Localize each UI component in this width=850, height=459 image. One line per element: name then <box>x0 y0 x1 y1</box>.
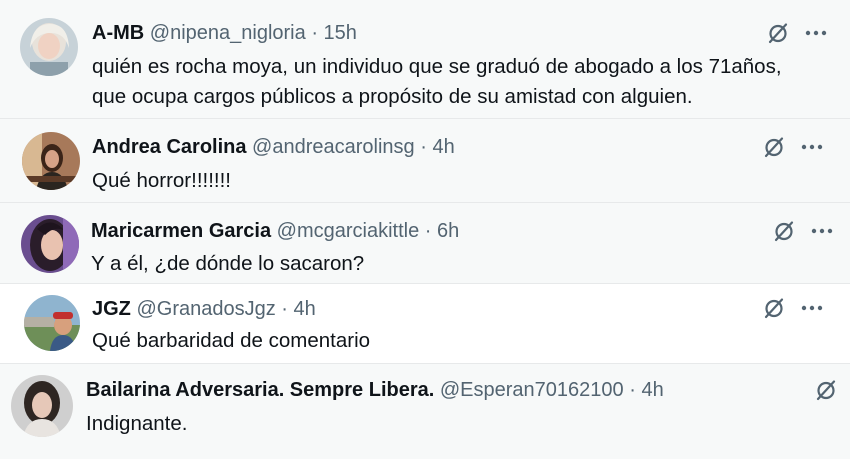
avatar[interactable] <box>24 295 80 351</box>
grok-button[interactable] <box>812 376 840 404</box>
tweet-text: Indignante. <box>86 409 187 439</box>
handle[interactable]: @nipena_nigloria <box>150 22 306 44</box>
more-button[interactable] <box>806 217 838 245</box>
tweet-header: Bailarina Adversaria. Sempre Libera. @Es… <box>86 379 664 402</box>
display-name[interactable]: Maricarmen Garcia <box>91 220 271 242</box>
grok-slash-circle-icon <box>774 221 794 242</box>
avatar[interactable] <box>21 215 79 273</box>
tweet-text: Qué barbaridad de comentario <box>92 326 370 356</box>
tweet-text: Y a él, ¿de dónde lo sacaron? <box>91 249 364 279</box>
grok-button[interactable] <box>764 19 792 47</box>
timestamp[interactable]: 4h <box>294 298 316 320</box>
tweet-text-line: Qué horror!!!!!!! <box>92 169 231 192</box>
grok-button[interactable] <box>760 133 788 161</box>
tweet-text-line: Y a él, ¿de dónde lo sacaron? <box>91 252 365 275</box>
tweet-header: Andrea Carolina @andreacarolinsg · 4h <box>92 136 455 159</box>
tweet-card[interactable]: A-MB @nipena_nigloria · 15h quién es roc… <box>0 0 850 118</box>
avatar[interactable] <box>22 132 80 190</box>
handle[interactable]: @Esperan70162100 <box>440 379 624 401</box>
tweet-card[interactable]: Maricarmen Garcia @mcgarciakittle · 6h Y… <box>0 203 850 283</box>
tweet-card[interactable]: Bailarina Adversaria. Sempre Libera. @Es… <box>0 364 850 459</box>
handle[interactable]: @GranadosJgz <box>136 298 275 320</box>
separator-dot: · <box>420 136 427 158</box>
handle[interactable]: @andreacarolinsg <box>252 136 415 158</box>
more-horizontal-icon <box>801 144 823 150</box>
grok-slash-circle-icon <box>764 298 784 319</box>
more-button[interactable] <box>800 19 832 47</box>
tweet-card[interactable]: JGZ @GranadosJgz · 4h Qué barbaridad de … <box>0 284 850 363</box>
grok-button[interactable] <box>770 217 798 245</box>
grok-button[interactable] <box>760 294 788 322</box>
more-horizontal-icon <box>811 228 833 234</box>
tweet-text-line: Qué barbaridad de comentario <box>92 329 371 352</box>
tweet-header: JGZ @GranadosJgz · 4h <box>92 298 316 321</box>
timestamp[interactable]: 4h <box>641 379 663 401</box>
handle[interactable]: @mcgarciakittle <box>277 220 420 242</box>
display-name[interactable]: Andrea Carolina <box>92 136 246 158</box>
more-button[interactable] <box>796 294 828 322</box>
separator-dot: · <box>424 220 432 242</box>
more-horizontal-icon <box>801 305 823 311</box>
grok-slash-circle-icon <box>764 137 784 158</box>
tweet-header: Maricarmen Garcia @mcgarciakittle · 6h <box>91 220 459 243</box>
display-name[interactable]: A-MB <box>92 22 144 44</box>
tweet-header: A-MB @nipena_nigloria · 15h <box>92 22 357 45</box>
avatar[interactable] <box>11 375 73 437</box>
display-name[interactable]: Bailarina Adversaria. Sempre Libera. <box>86 379 434 401</box>
tweet-text-line: que ocupa cargos públicos a propósito de… <box>92 85 693 108</box>
timestamp[interactable]: 15h <box>324 22 357 44</box>
timestamp[interactable]: 4h <box>432 136 454 158</box>
tweet-card[interactable]: Andrea Carolina @andreacarolinsg · 4h Qu… <box>0 119 850 202</box>
grok-slash-circle-icon <box>768 23 788 44</box>
grok-slash-circle-icon <box>816 380 836 401</box>
timestamp[interactable]: 6h <box>437 220 459 242</box>
separator-dot: · <box>281 298 288 320</box>
more-horizontal-icon <box>805 30 827 36</box>
tweet-text: quién es rocha moya, un individuo que se… <box>92 52 782 112</box>
separator-dot: · <box>311 22 318 44</box>
more-button[interactable] <box>796 133 828 161</box>
display-name[interactable]: JGZ <box>92 298 131 320</box>
separator-dot: · <box>629 379 636 401</box>
tweet-text-line: Indignante. <box>86 412 188 435</box>
avatar[interactable] <box>20 18 78 76</box>
tweet-text-line: quién es rocha moya, un individuo que se… <box>92 55 782 78</box>
tweet-text: Qué horror!!!!!!! <box>92 166 231 196</box>
